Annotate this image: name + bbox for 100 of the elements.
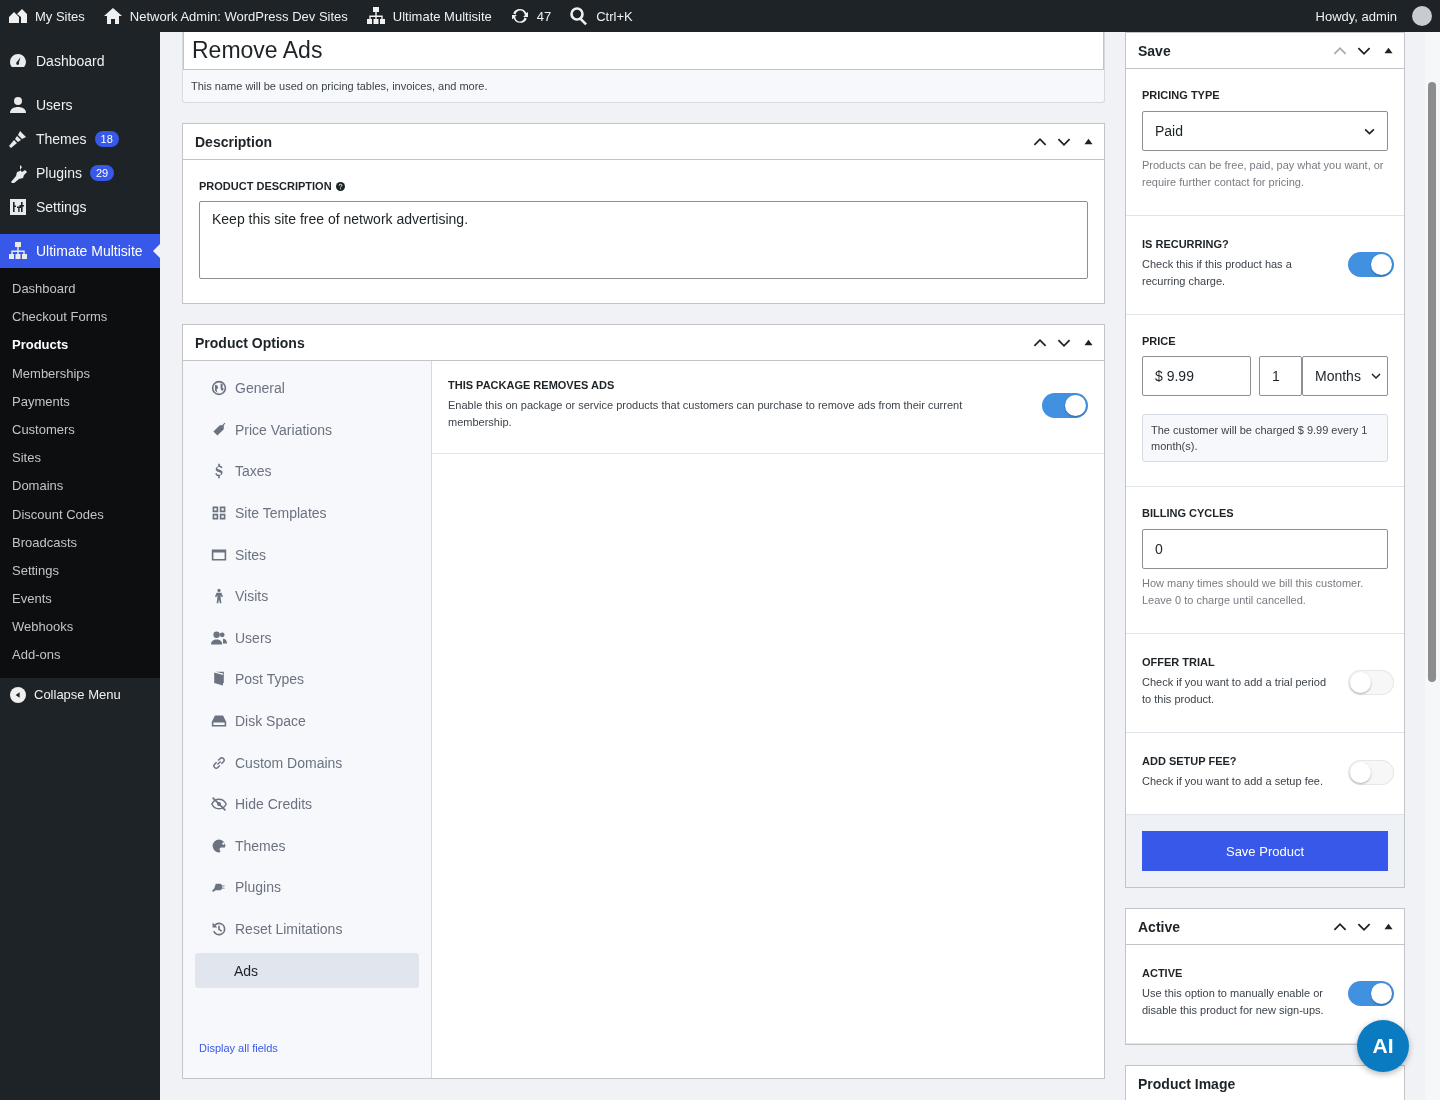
interval-field[interactable]: 1 bbox=[1259, 356, 1302, 396]
window-icon bbox=[211, 546, 227, 563]
sidebar-item[interactable]: Dashboard bbox=[0, 44, 160, 78]
options-tab[interactable]: Hide Credits bbox=[195, 786, 419, 822]
price-field[interactable]: $ 9.99 bbox=[1142, 356, 1251, 396]
submenu-item[interactable]: Customers bbox=[0, 415, 160, 445]
brush-icon bbox=[8, 129, 28, 149]
field-label: OFFER TRIAL bbox=[1142, 656, 1216, 668]
field-help: How many times should we bill this customer. Leave 0 to charge until cancelled. bbox=[1142, 576, 1365, 608]
houses-icon bbox=[8, 6, 28, 26]
sidebar-item[interactable]: Settings bbox=[0, 190, 160, 224]
submenu-item[interactable]: Payments bbox=[0, 387, 160, 416]
options-tab[interactable]: Visits bbox=[195, 578, 419, 614]
eye-slash-icon bbox=[211, 796, 227, 813]
sidebar-item[interactable]: Ultimate Multisite bbox=[0, 234, 160, 268]
submenu-item[interactable]: Add-ons bbox=[0, 641, 160, 670]
submenu-item[interactable]: Dashboard bbox=[0, 275, 160, 304]
options-tab[interactable]: Disk Space bbox=[195, 703, 419, 739]
person-icon bbox=[8, 95, 28, 115]
product-name-field[interactable]: Remove Ads bbox=[183, 32, 1104, 70]
field-help: Use this option to manually enable or disable this product for new sign-ups. bbox=[1142, 986, 1325, 1018]
options-tab[interactable]: General bbox=[195, 371, 419, 406]
triangle-up-icon bbox=[1383, 922, 1393, 931]
field-label: PRICING TYPE bbox=[1142, 89, 1221, 101]
search-icon bbox=[569, 6, 590, 26]
billing-cycles-field[interactable]: 0 bbox=[1142, 529, 1388, 569]
options-tab[interactable]: Taxes bbox=[195, 454, 419, 489]
options-tab[interactable]: Themes bbox=[195, 828, 419, 864]
submenu-item[interactable]: Domains bbox=[0, 472, 160, 501]
toggle-switch[interactable] bbox=[1042, 392, 1088, 418]
card-title: Product Options bbox=[195, 334, 306, 351]
submenu-item[interactable]: Memberships bbox=[0, 359, 160, 388]
collapse-menu-button[interactable]: Collapse Menu bbox=[0, 677, 160, 712]
options-tab[interactable]: Site Templates bbox=[195, 495, 419, 531]
chevron-down-icon bbox=[1371, 371, 1381, 381]
sidebar-item[interactable]: Plugins 29 bbox=[0, 156, 160, 190]
sidebar-item[interactable]: Themes 18 bbox=[0, 122, 160, 156]
submenu-item[interactable]: Sites bbox=[0, 444, 160, 473]
options-tab[interactable]: Sites bbox=[195, 537, 419, 572]
submenu-item[interactable]: Settings bbox=[0, 556, 160, 586]
field-help: Check this if this product has a recurring charge. bbox=[1142, 257, 1293, 289]
field-help: Check if you want to add a setup fee. bbox=[1142, 774, 1324, 789]
sliders-icon bbox=[8, 197, 28, 217]
submenu-item[interactable]: Products bbox=[0, 331, 160, 360]
options-tab[interactable]: Custom Domains bbox=[195, 745, 419, 780]
field-label: THIS PACKAGE REMOVES ADS bbox=[448, 379, 616, 391]
field-label: PRICE bbox=[1142, 335, 1177, 347]
home-icon bbox=[102, 6, 123, 26]
book-icon bbox=[211, 671, 227, 688]
options-tab[interactable]: Price Variations bbox=[195, 412, 419, 448]
drive-icon bbox=[211, 713, 227, 730]
caret-left-icon bbox=[14, 690, 22, 699]
submenu-item[interactable]: Broadcasts bbox=[0, 528, 160, 557]
help-icon bbox=[335, 181, 345, 191]
sidebar-item[interactable]: Users bbox=[0, 88, 160, 122]
field-label: BILLING CYCLES bbox=[1142, 507, 1235, 519]
submenu-item[interactable]: Discount Codes bbox=[0, 500, 160, 529]
account-link[interactable]: Howdy, admin bbox=[1315, 6, 1432, 26]
description-textarea[interactable]: Keep this site free of network advertising. bbox=[199, 201, 1088, 279]
refresh-icon bbox=[509, 6, 530, 26]
count-badge: 29 bbox=[89, 165, 115, 181]
pricing-type-select[interactable]: Paid bbox=[1142, 111, 1388, 151]
save-product-button[interactable]: Save Product bbox=[1142, 831, 1388, 871]
field-help: Check if you want to add a trial period to this product. bbox=[1142, 675, 1328, 707]
toggle-switch[interactable] bbox=[1348, 980, 1394, 1006]
history-icon bbox=[211, 921, 227, 937]
toggle-switch[interactable] bbox=[1348, 251, 1394, 277]
users-icon bbox=[211, 629, 227, 646]
options-tab[interactable]: Plugins bbox=[195, 870, 419, 905]
field-label: PRODUCT DESCRIPTION bbox=[199, 180, 332, 192]
field-help: Enable this on package or service products that customers can purchase to remove ads from their current membership. bbox=[448, 398, 964, 430]
tag-icon bbox=[211, 421, 227, 438]
card-title: Active bbox=[1138, 918, 1182, 935]
interval-unit-select[interactable]: Months bbox=[1302, 356, 1388, 396]
options-tab[interactable]: Post Types bbox=[195, 662, 419, 697]
palette-icon bbox=[211, 837, 227, 854]
admin-bar-link[interactable]: Ultimate Multisite bbox=[365, 6, 492, 26]
admin-bar-link[interactable]: 47 bbox=[509, 6, 552, 26]
globe-icon bbox=[211, 380, 227, 397]
field-help: This name will be used on pricing tables, invoices, and more. bbox=[190, 79, 489, 94]
toggle-switch[interactable] bbox=[1348, 669, 1394, 695]
link-icon bbox=[211, 754, 227, 771]
triangle-up-icon bbox=[1383, 46, 1393, 55]
grid-icon bbox=[211, 505, 227, 522]
options-tab[interactable]: Ads bbox=[195, 953, 419, 988]
submenu-item[interactable]: Webhooks bbox=[0, 613, 160, 642]
submenu-item[interactable]: Events bbox=[0, 585, 160, 614]
options-tab[interactable]: Users bbox=[195, 620, 419, 656]
admin-bar-link[interactable]: My Sites bbox=[8, 6, 85, 26]
price-summary-note: The customer will be charged $ 9.99 every 1 month(s). bbox=[1142, 414, 1388, 462]
card-title: Description bbox=[195, 133, 273, 150]
toggle-switch[interactable] bbox=[1348, 760, 1394, 785]
admin-bar-link[interactable]: Ctrl+K bbox=[569, 6, 633, 26]
card-title: Product Image bbox=[1138, 1075, 1236, 1092]
display-all-fields-link[interactable]: Display all fields bbox=[195, 1042, 278, 1054]
submenu-item[interactable]: Checkout Forms bbox=[0, 303, 160, 332]
count-badge: 18 bbox=[94, 131, 119, 147]
options-tab[interactable]: Reset Limitations bbox=[195, 911, 419, 947]
admin-bar-link[interactable]: Network Admin: WordPress Dev Sites bbox=[102, 6, 348, 26]
triangle-up-icon bbox=[1083, 137, 1093, 146]
